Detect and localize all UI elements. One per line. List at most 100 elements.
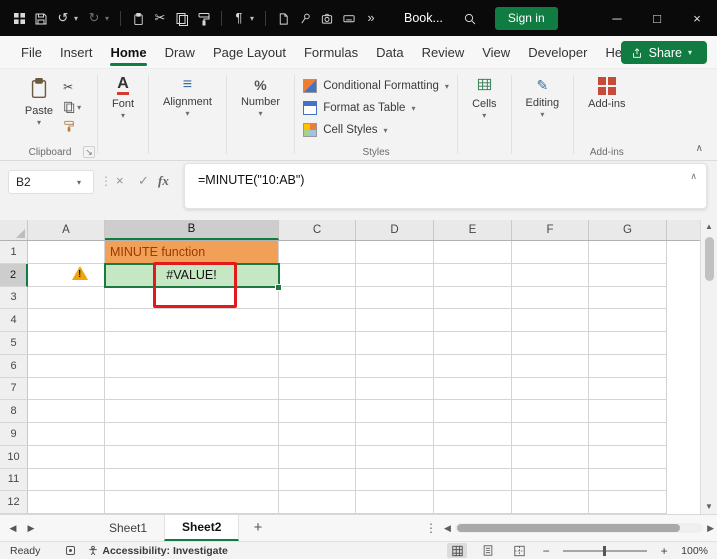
sheet-options-icon[interactable]: ⋮ <box>424 515 438 541</box>
menu-tab-insert[interactable]: Insert <box>51 37 102 68</box>
cell-E5[interactable] <box>434 332 512 355</box>
share-button[interactable]: Share ▾ <box>620 41 707 64</box>
cell-E10[interactable] <box>434 445 512 469</box>
cell-D11[interactable] <box>356 468 434 492</box>
row-header-1[interactable]: 1 <box>0 241 28 264</box>
cell-F6[interactable] <box>512 354 589 378</box>
undo-chevron-icon[interactable]: ▾ <box>74 14 83 23</box>
cell-D3[interactable] <box>356 286 434 310</box>
cell-E8[interactable] <box>434 400 512 423</box>
cell-F2[interactable] <box>512 263 589 287</box>
error-warning-icon[interactable] <box>71 265 89 282</box>
cell-C8[interactable] <box>279 400 356 423</box>
cell-G10[interactable] <box>589 445 667 469</box>
cell-B3[interactable] <box>105 286 279 310</box>
vertical-scrollbar-thumb[interactable] <box>704 237 714 281</box>
alignment-button[interactable]: ≡ Alignment ▾ <box>157 74 218 119</box>
cell-B8[interactable] <box>105 400 279 423</box>
menu-tab-formulas[interactable]: Formulas <box>295 37 367 68</box>
name-box-drag-handle[interactable]: ⋮ <box>100 174 112 188</box>
cell-A7[interactable] <box>28 377 105 401</box>
column-header-F[interactable]: F <box>512 220 589 240</box>
cell-B7[interactable] <box>105 377 279 401</box>
paragraph-icon[interactable]: ¶ <box>228 0 250 36</box>
cell-A8[interactable] <box>28 400 105 423</box>
cell-E9[interactable] <box>434 423 512 446</box>
cell-F3[interactable] <box>512 286 589 310</box>
cell-C3[interactable] <box>279 286 356 310</box>
cell-G6[interactable] <box>589 354 667 378</box>
paste-button[interactable]: Paste ▾ <box>19 74 59 132</box>
menu-tab-page-layout[interactable]: Page Layout <box>204 37 295 68</box>
scroll-left-icon[interactable]: ◀ <box>444 523 451 534</box>
row-header-7[interactable]: 7 <box>0 377 28 401</box>
row-header-2[interactable]: 2 <box>0 263 28 287</box>
cell-D2[interactable] <box>356 263 434 287</box>
cell-E11[interactable] <box>434 468 512 492</box>
cell-C5[interactable] <box>279 332 356 355</box>
pin-icon[interactable] <box>294 0 316 36</box>
cell-C7[interactable] <box>279 377 356 401</box>
minimize-button[interactable]: ─ <box>597 0 637 36</box>
copy-icon[interactable] <box>171 0 193 36</box>
scroll-right-icon[interactable]: ▶ <box>707 523 714 534</box>
search-icon[interactable] <box>459 0 481 36</box>
cell-G1[interactable] <box>589 241 667 264</box>
sheet-tab-sheet1[interactable]: Sheet1 <box>92 515 164 541</box>
cell-B9[interactable] <box>105 423 279 446</box>
copy-button[interactable]: ▾ <box>63 101 81 113</box>
new-document-icon[interactable] <box>272 0 294 36</box>
cell-G5[interactable] <box>589 332 667 355</box>
cell-styles-button[interactable]: Cell Styles ▾ <box>303 123 388 137</box>
cell-A6[interactable] <box>28 354 105 378</box>
row-header-9[interactable]: 9 <box>0 423 28 446</box>
cut-icon[interactable]: ✂ <box>149 0 171 36</box>
cell-C12[interactable] <box>279 491 356 514</box>
row-header-6[interactable]: 6 <box>0 354 28 378</box>
zoom-slider[interactable] <box>563 545 648 556</box>
cut-button[interactable]: ✂ <box>63 80 81 94</box>
format-as-table-button[interactable]: Format as Table ▾ <box>303 101 415 115</box>
cell-G4[interactable] <box>589 309 667 332</box>
cell-E7[interactable] <box>434 377 512 401</box>
column-header-B[interactable]: B <box>105 220 279 240</box>
confirm-entry-icon[interactable]: ✓ <box>138 173 149 189</box>
column-header-C[interactable]: C <box>279 220 356 240</box>
cell-G8[interactable] <box>589 400 667 423</box>
cell-B10[interactable] <box>105 445 279 469</box>
close-button[interactable]: × <box>677 0 717 36</box>
cancel-entry-icon[interactable]: × <box>116 173 124 188</box>
menu-tab-developer[interactable]: Developer <box>519 37 596 68</box>
cell-F4[interactable] <box>512 309 589 332</box>
format-painter-icon[interactable] <box>193 0 215 36</box>
maximize-button[interactable]: □ <box>637 0 677 36</box>
cell-C10[interactable] <box>279 445 356 469</box>
zoom-in-button[interactable]: + <box>658 544 670 558</box>
cell-D9[interactable] <box>356 423 434 446</box>
horizontal-scrollbar[interactable]: ◀ ▶ <box>444 515 714 541</box>
menu-tab-home[interactable]: Home <box>101 37 155 68</box>
clipboard-dialog-launcher-icon[interactable]: ↘ <box>83 146 95 158</box>
app-launcher-icon[interactable] <box>8 0 30 36</box>
cell-F5[interactable] <box>512 332 589 355</box>
cell-F10[interactable] <box>512 445 589 469</box>
page-break-view-icon[interactable] <box>509 543 529 558</box>
font-button[interactable]: A Font ▾ <box>106 74 140 121</box>
zoom-level[interactable]: 100% <box>681 545 708 557</box>
cell-A11[interactable] <box>28 468 105 492</box>
collapse-ribbon-icon[interactable]: ∧ <box>696 143 703 154</box>
redo-chevron-icon[interactable]: ▾ <box>105 14 114 23</box>
fill-handle[interactable] <box>275 284 282 291</box>
cell-C4[interactable] <box>279 309 356 332</box>
cell-D6[interactable] <box>356 354 434 378</box>
row-header-8[interactable]: 8 <box>0 400 28 423</box>
cell-B6[interactable] <box>105 354 279 378</box>
addins-button[interactable]: Add-ins <box>582 74 631 113</box>
cell-E6[interactable] <box>434 354 512 378</box>
cell-D7[interactable] <box>356 377 434 401</box>
cell-F11[interactable] <box>512 468 589 492</box>
cell-E3[interactable] <box>434 286 512 310</box>
page-layout-view-icon[interactable] <box>478 543 498 558</box>
save-icon[interactable] <box>30 0 52 36</box>
cell-E2[interactable] <box>434 263 512 287</box>
